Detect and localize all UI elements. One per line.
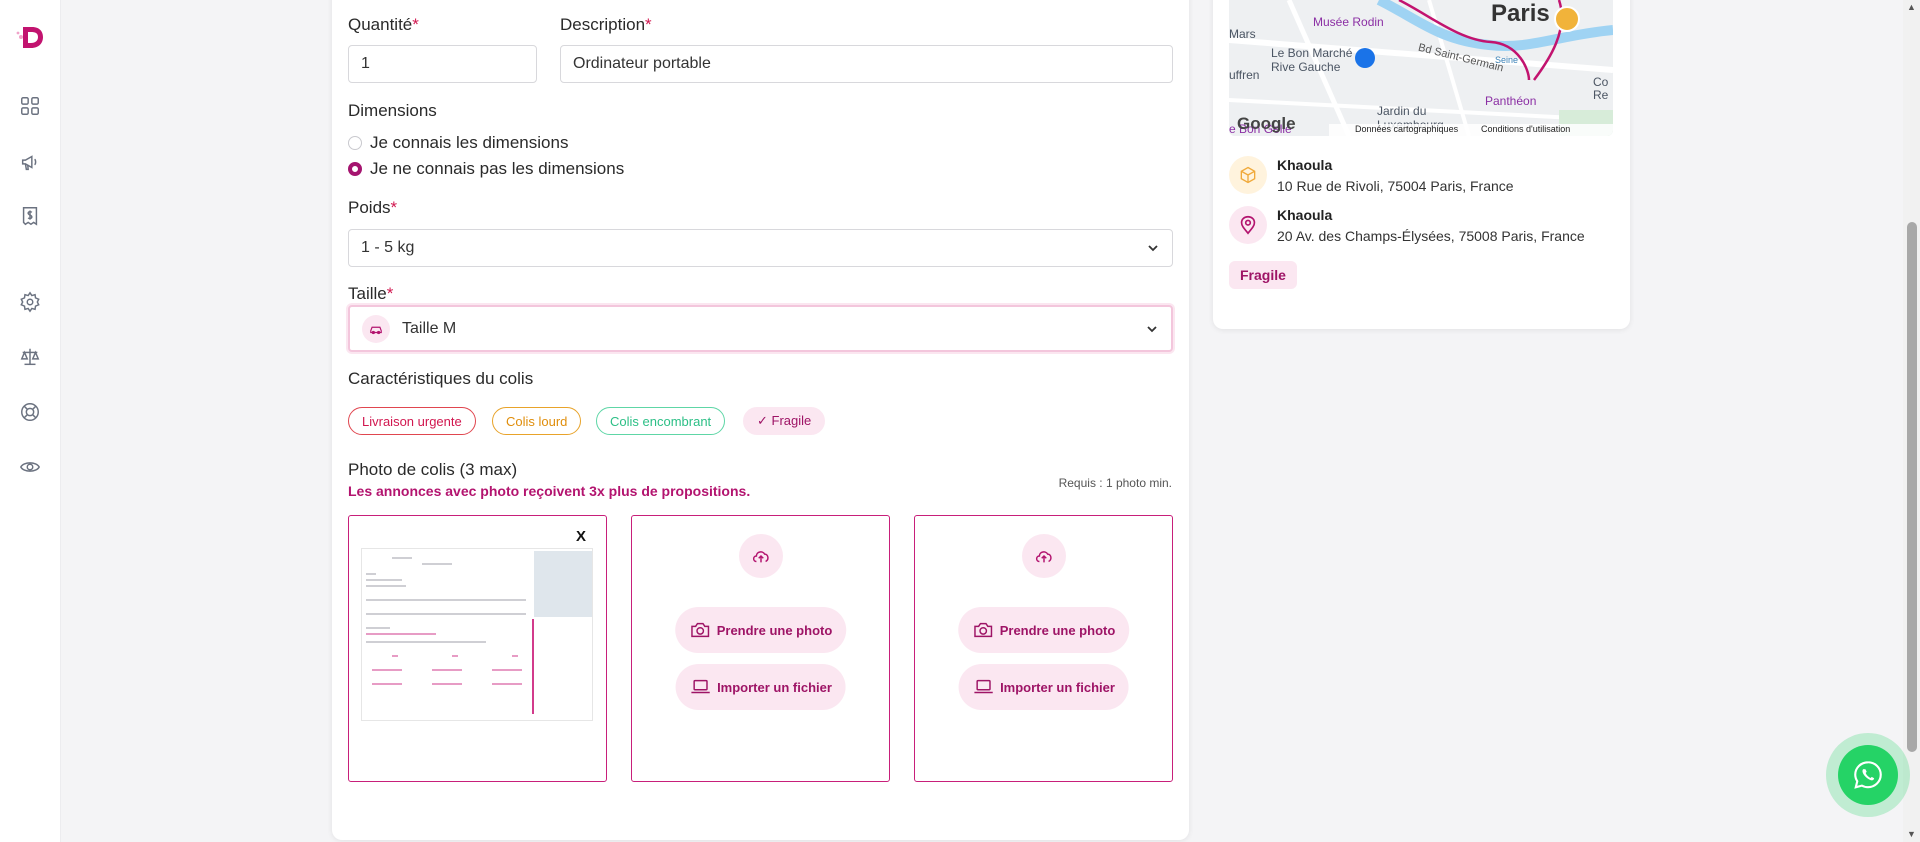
chevron-down-icon	[1146, 241, 1160, 255]
megaphone-icon[interactable]	[19, 151, 41, 173]
required-mark: *	[390, 198, 398, 217]
quantity-label: Quantité*	[348, 15, 419, 35]
photos-promo-text: Les annonces avec photo reçoivent 3x plu…	[348, 483, 751, 499]
scroll-up-arrow-icon[interactable]: ▲	[1906, 2, 1917, 13]
pickup-marker-icon	[1554, 6, 1580, 32]
cloud-upload-icon	[738, 534, 783, 578]
sidebar	[0, 0, 61, 842]
pickup-address: 10 Rue de Rivoli, 75004 Paris, France	[1277, 178, 1514, 194]
google-logo: Google	[1237, 114, 1296, 133]
quantity-input[interactable]: 1	[348, 45, 537, 83]
map-label-city: Paris	[1491, 0, 1550, 27]
remove-photo-button[interactable]: X	[576, 528, 586, 545]
map-label-bon-marche: Le Bon Marché Rive Gauche	[1271, 46, 1353, 74]
help-lifebuoy-icon[interactable]	[19, 401, 41, 423]
dropoff-address: 20 Av. des Champs-Élysées, 75008 Paris, …	[1277, 228, 1585, 244]
map-label-seine: Seine	[1495, 55, 1519, 65]
laptop-icon	[973, 679, 993, 694]
import-file-label: Importer un fichier	[717, 679, 832, 695]
route-map[interactable]: Musée Rodin Paris Mars Le Bon Marché Riv…	[1229, 0, 1613, 136]
radio-label: Je ne connais pas les dimensions	[370, 159, 625, 178]
invoice-dollar-icon[interactable]	[19, 205, 41, 227]
dashboard-grid-icon[interactable]	[19, 95, 41, 117]
map-terms-link[interactable]: Conditions d'utilisation	[1481, 124, 1570, 134]
shopping-marker-icon	[1355, 48, 1375, 68]
photo-slot-1: X	[348, 515, 607, 782]
photos-label: Photo de colis (3 max)	[348, 460, 518, 479]
car-icon	[362, 314, 390, 343]
eye-icon[interactable]	[19, 456, 41, 478]
radio-button[interactable]	[348, 136, 362, 150]
location-pin-icon	[1229, 206, 1267, 244]
import-file-button[interactable]: Importer un fichier	[958, 664, 1129, 710]
map-label-edge: Co Re	[1593, 75, 1609, 102]
chip-fragile[interactable]: ✓ Fragile	[743, 407, 826, 435]
take-photo-button[interactable]: Prendre une photo	[674, 607, 847, 653]
required-mark: *	[412, 15, 419, 34]
dimensions-known-radio[interactable]: Je connais les dimensions	[348, 133, 568, 153]
cloud-upload-icon	[1021, 534, 1066, 578]
photo-slot-3: Prendre une photo Importer un fichier	[914, 515, 1173, 782]
take-photo-button[interactable]: Prendre une photo	[957, 607, 1130, 653]
camera-icon	[690, 622, 709, 638]
weight-label-text: Poids	[348, 198, 391, 217]
legal-scale-icon[interactable]	[19, 346, 41, 368]
take-photo-label: Prendre une photo	[716, 622, 833, 638]
radio-button-checked[interactable]	[348, 162, 362, 176]
description-label: Description*	[560, 15, 652, 35]
characteristics-label: Caractéristiques du colis	[348, 369, 534, 388]
quantity-label-text: Quantité	[348, 15, 413, 34]
dropoff-name: Khaoula	[1277, 207, 1333, 223]
weight-label: Poids*	[348, 198, 397, 218]
photo-slot-2: Prendre une photo Importer un fichier	[631, 515, 890, 782]
map-label-museum: Musée Rodin	[1313, 15, 1384, 29]
required-mark: *	[645, 15, 652, 34]
map-data-link[interactable]: Données cartographiques	[1355, 124, 1458, 134]
description-label-text: Description	[560, 15, 646, 34]
radio-label: Je connais les dimensions	[370, 133, 569, 152]
description-value: Ordinateur portable	[573, 55, 711, 72]
size-label: Taille*	[348, 284, 393, 304]
whatsapp-icon	[1854, 761, 1882, 789]
dimensions-label: Dimensions	[348, 101, 437, 120]
scrollbar-thumb[interactable]	[1907, 222, 1917, 752]
required-mark: *	[386, 284, 394, 303]
size-label-text: Taille	[348, 284, 387, 303]
package-icon	[1229, 156, 1267, 194]
whatsapp-button[interactable]	[1838, 745, 1898, 805]
chevron-down-icon	[1145, 322, 1159, 336]
photo-preview-image	[361, 548, 593, 721]
chip-urgent-delivery[interactable]: Livraison urgente	[348, 407, 476, 435]
description-input[interactable]: Ordinateur portable	[560, 45, 1173, 83]
scroll-down-arrow-icon[interactable]: ▼	[1906, 829, 1917, 840]
map-label-uffren: uffren	[1229, 68, 1260, 82]
laptop-icon	[690, 679, 710, 694]
size-select[interactable]: Taille M	[348, 305, 1173, 352]
take-photo-label: Prendre une photo	[999, 622, 1116, 638]
import-file-label: Importer un fichier	[1000, 679, 1115, 695]
weight-select[interactable]: 1 - 5 kg	[348, 229, 1173, 267]
camera-icon	[973, 622, 992, 638]
brand-logo[interactable]	[15, 21, 47, 53]
map-label-mars: Mars	[1229, 27, 1256, 41]
fragile-tag: Fragile	[1229, 261, 1297, 289]
page-scrollbar[interactable]: ▲ ▼	[1903, 0, 1920, 842]
settings-gear-icon[interactable]	[19, 291, 41, 313]
map-label-pantheon: Panthéon	[1485, 94, 1537, 108]
dimensions-unknown-radio[interactable]: Je ne connais pas les dimensions	[348, 159, 624, 179]
size-selected-value: Taille M	[402, 319, 457, 337]
import-file-button[interactable]: Importer un fichier	[675, 664, 846, 710]
quantity-value: 1	[361, 55, 370, 72]
photos-requirement: Requis : 1 photo min.	[1058, 476, 1172, 490]
chip-bulky-parcel[interactable]: Colis encombrant	[596, 407, 726, 435]
weight-selected-value: 1 - 5 kg	[361, 239, 415, 256]
pickup-name: Khaoula	[1277, 157, 1333, 173]
chip-heavy-parcel[interactable]: Colis lourd	[492, 407, 582, 435]
